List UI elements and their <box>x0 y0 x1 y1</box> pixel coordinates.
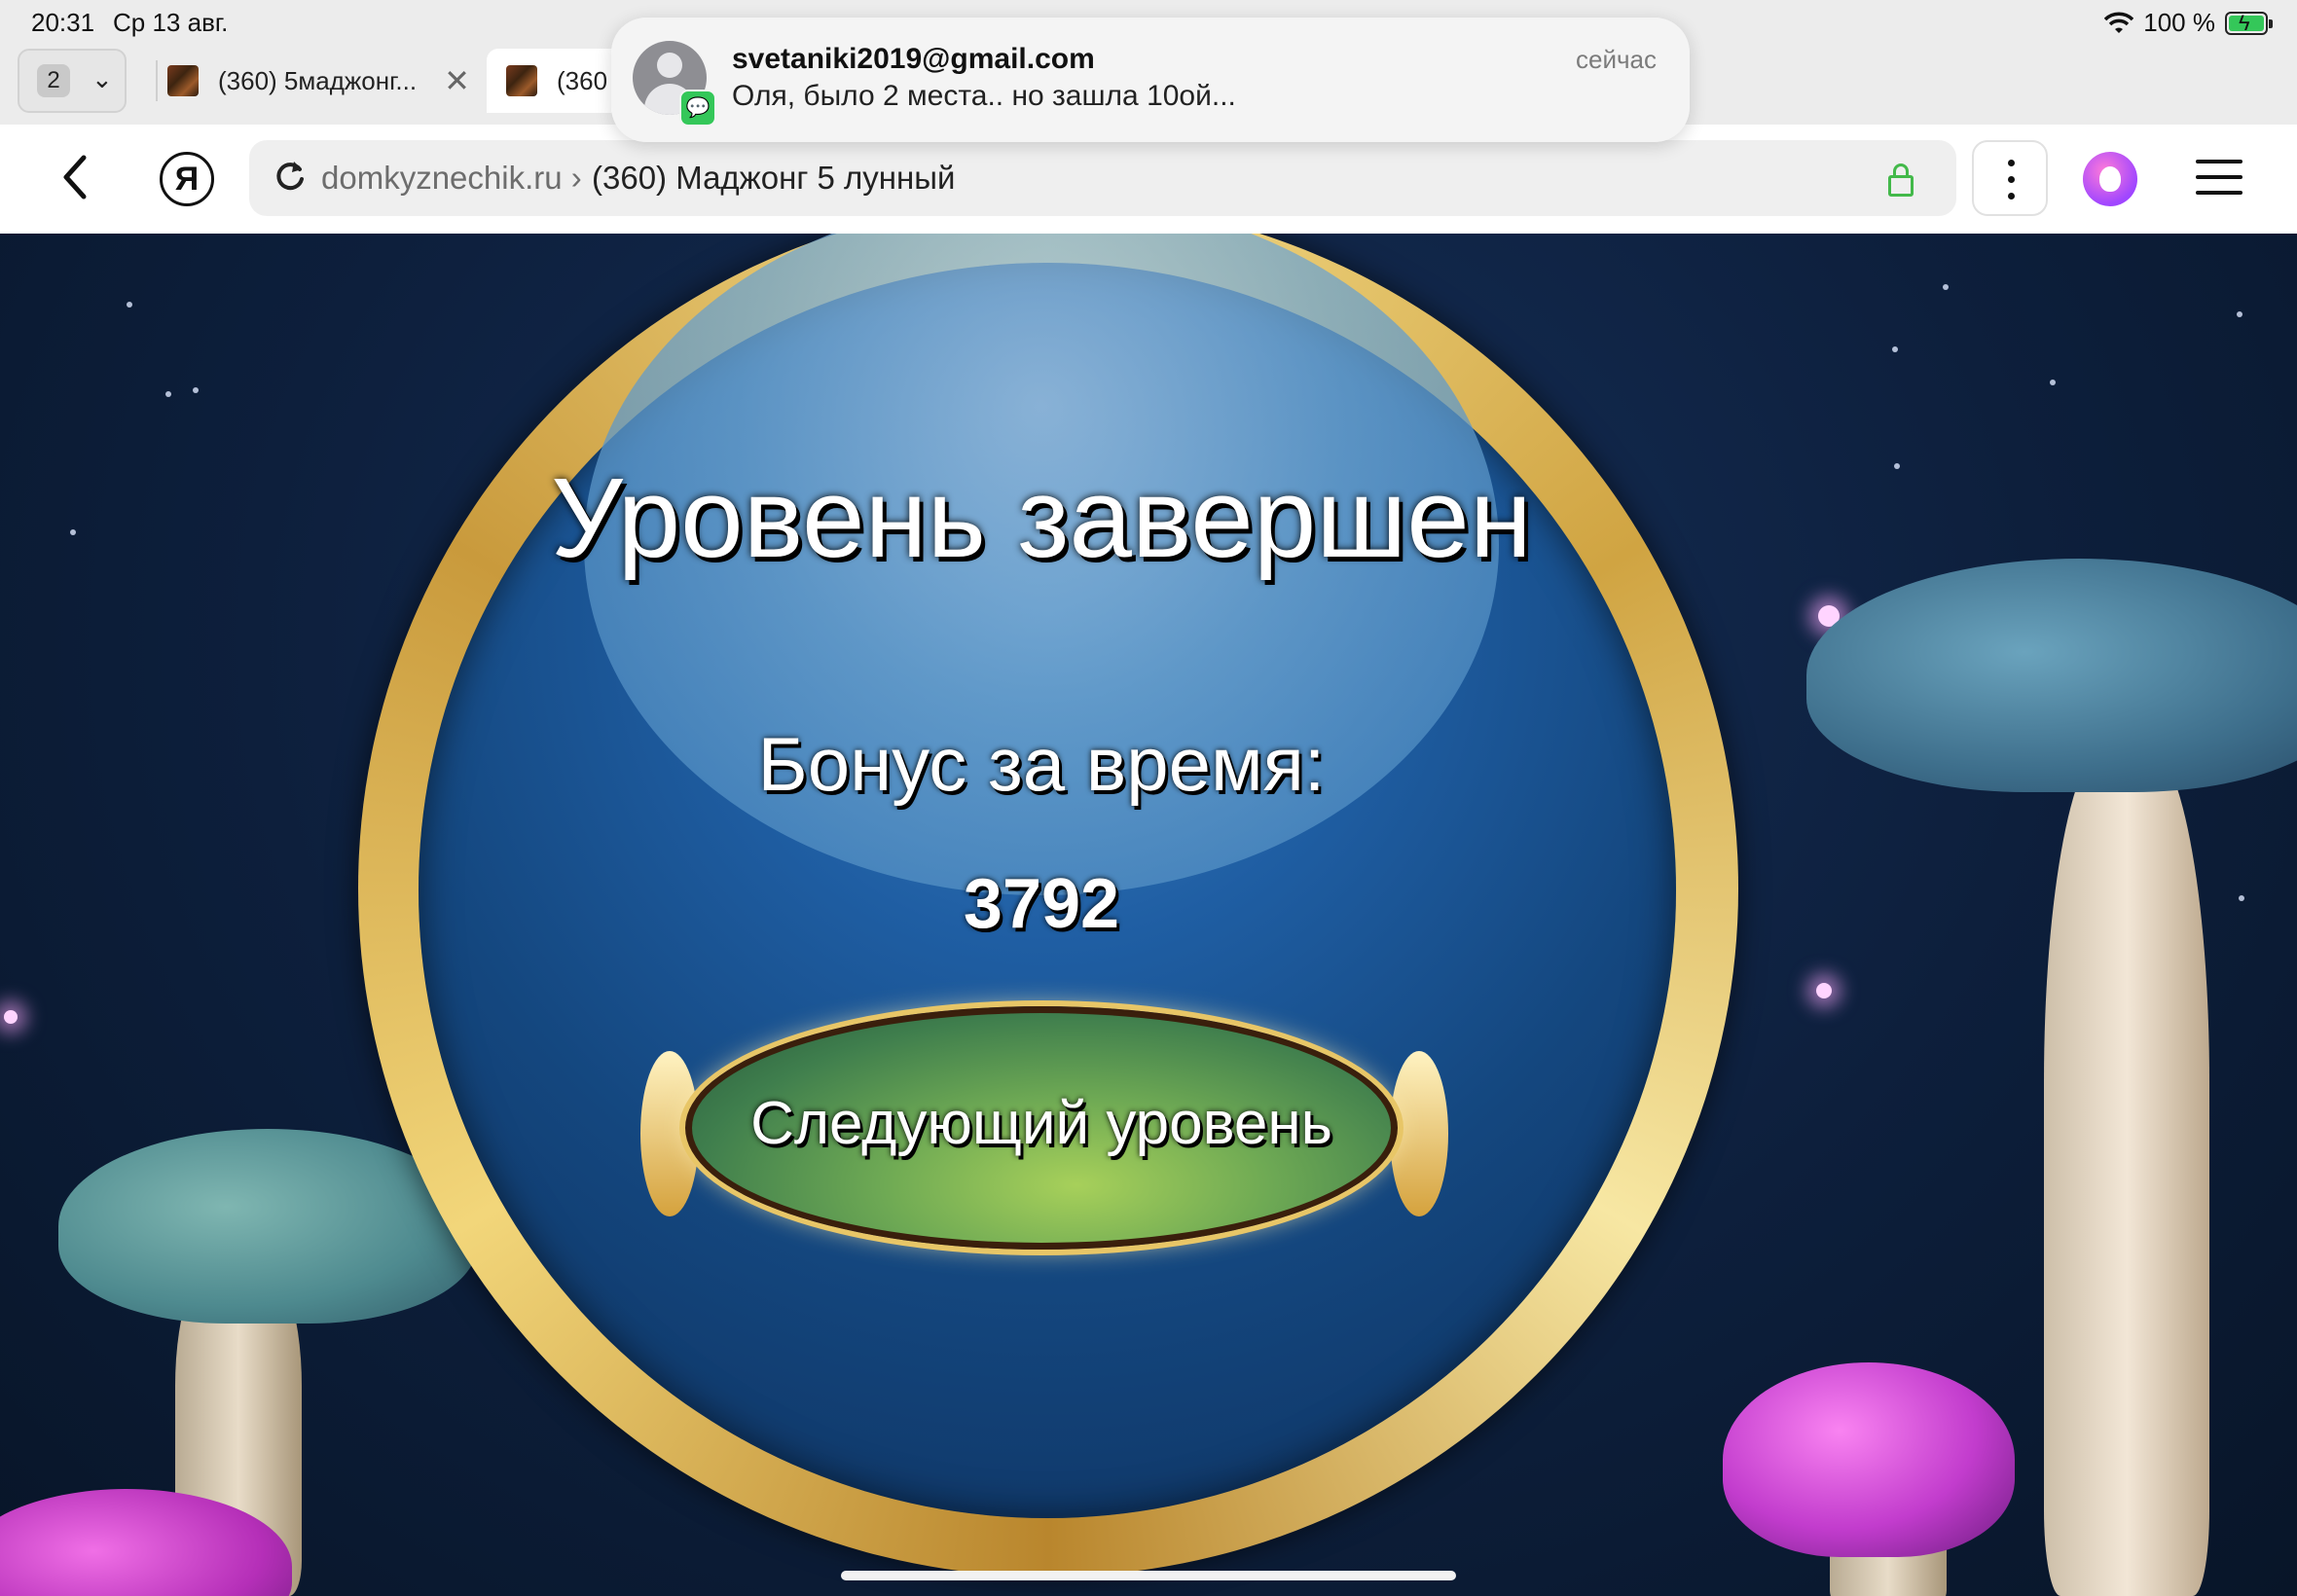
firefly <box>4 1010 18 1024</box>
tab-count: 2 <box>37 64 70 97</box>
star <box>2050 380 2056 385</box>
reload-icon[interactable] <box>271 154 310 199</box>
star <box>1892 346 1898 352</box>
battery-percent: 100 % <box>2143 8 2215 37</box>
address-bar[interactable]: domkyznechik.ru › (360) Маджонг 5 лунный <box>249 140 1956 216</box>
message-notification[interactable]: 💬 svetaniki2019@gmail.com Оля, было 2 ме… <box>611 18 1690 142</box>
home-indicator[interactable] <box>841 1571 1456 1580</box>
star <box>127 302 132 308</box>
notification-sender: svetaniki2019@gmail.com <box>732 43 1095 75</box>
time-bonus-label: Бонус за время: <box>757 721 1326 807</box>
tab-title: (360 <box>557 65 608 95</box>
back-button[interactable] <box>55 148 103 208</box>
game-canvas: Уровень завершен Бонус за время: 3792 Сл… <box>0 234 2297 1596</box>
button-ornament-right <box>1390 1051 1448 1216</box>
tab-item[interactable]: (360) 5маджонг... ✕ <box>167 49 477 113</box>
chevron-down-icon: ⌄ <box>91 64 113 93</box>
tab-switcher-button[interactable]: 2 ⌄ <box>18 49 127 113</box>
tab-title: (360) 5маджонг... <box>218 65 418 95</box>
favicon-icon <box>506 65 537 96</box>
star <box>2237 311 2242 317</box>
lock-icon[interactable] <box>1888 163 1914 197</box>
chevron-left-icon <box>63 155 87 200</box>
yandex-logo-button[interactable]: Я <box>160 152 214 206</box>
tab-divider <box>156 60 158 101</box>
notification-time: сейчас <box>1576 45 1657 74</box>
firefly <box>1816 983 1832 998</box>
wifi-icon <box>2104 12 2134 33</box>
star <box>193 387 199 393</box>
address-domain: domkyznechik.ru › <box>321 160 582 196</box>
time-bonus-value: 3792 <box>963 865 1120 943</box>
level-complete-title: Уровень завершен <box>551 454 1532 581</box>
close-icon[interactable]: ✕ <box>444 62 470 99</box>
status-right: 100 % ϟ <box>2104 8 2273 38</box>
battery-icon: ϟ <box>2225 11 2273 35</box>
star <box>1943 284 1949 290</box>
star <box>2239 895 2244 901</box>
status-time: 20:31 <box>31 8 95 37</box>
hamburger-menu-icon[interactable] <box>2196 160 2242 206</box>
mushroom-cap <box>1723 1362 2015 1557</box>
next-level-label: Следующий уровень <box>750 1090 1332 1157</box>
address-page-title: (360) Маджонг 5 лунный <box>592 160 956 196</box>
star <box>165 391 171 397</box>
messages-icon: 💬 <box>679 90 716 127</box>
next-level-button[interactable]: Следующий уровень <box>685 1006 1398 1250</box>
more-options-button[interactable] <box>1972 140 2048 216</box>
favicon-icon <box>167 65 199 96</box>
status-date: Ср 13 авг. <box>113 8 229 37</box>
alice-assistant-icon[interactable] <box>2083 152 2137 206</box>
notification-preview: Оля, было 2 места.. но зашла 10ой... <box>732 80 1236 112</box>
